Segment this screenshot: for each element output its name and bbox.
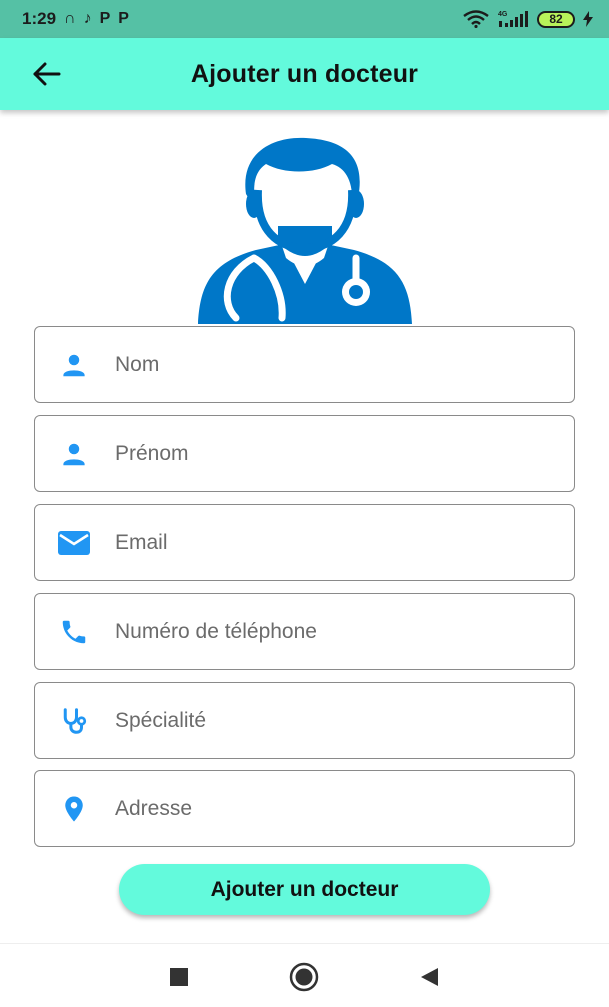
last-name-input[interactable] (115, 327, 555, 402)
charging-icon (583, 11, 593, 27)
address-field[interactable] (34, 770, 575, 847)
person-icon (57, 348, 91, 382)
person-icon (57, 437, 91, 471)
last-name-field[interactable] (34, 326, 575, 403)
phone-icon (57, 615, 91, 649)
triangle-back-icon (421, 968, 438, 986)
clock-time: 1:29 (22, 9, 57, 28)
phone-input[interactable] (115, 594, 555, 669)
headphones-icon: ∩ (64, 10, 76, 27)
status-left: 1:29 ∩ ♪ P P (22, 9, 129, 29)
circle-icon (289, 962, 319, 992)
first-name-input[interactable] (115, 416, 555, 491)
app-bar: Ajouter un docteur (0, 38, 609, 110)
email-input[interactable] (115, 505, 555, 580)
stethoscope-icon (57, 704, 91, 738)
status-bar: 1:29 ∩ ♪ P P 4G 82 (0, 0, 609, 38)
p-app-icon: P (99, 10, 111, 27)
network-type: 4G (498, 11, 508, 18)
back-nav-button[interactable] (414, 962, 444, 992)
email-icon (57, 526, 91, 560)
add-doctor-button[interactable]: Ajouter un docteur (119, 864, 490, 915)
battery-indicator: 82 (537, 10, 575, 28)
system-nav-bar (0, 943, 609, 1007)
tiktok-icon: ♪ (83, 10, 92, 27)
first-name-field[interactable] (34, 415, 575, 492)
page-title: Ajouter un docteur (190, 59, 419, 88)
address-input[interactable] (115, 771, 555, 846)
p-app-icon: P (118, 10, 129, 27)
specialty-input[interactable] (115, 683, 555, 758)
home-button[interactable] (289, 962, 319, 992)
recents-button[interactable] (164, 962, 194, 992)
cell-signal-icon: 4G (498, 11, 528, 27)
doctor-avatar-icon (198, 137, 412, 324)
phone-field[interactable] (34, 593, 575, 670)
square-icon (170, 968, 188, 986)
status-right: 4G 82 (463, 9, 593, 29)
specialty-field[interactable] (34, 682, 575, 759)
email-field[interactable] (34, 504, 575, 581)
wifi-icon (463, 10, 489, 28)
location-pin-icon (57, 792, 91, 826)
